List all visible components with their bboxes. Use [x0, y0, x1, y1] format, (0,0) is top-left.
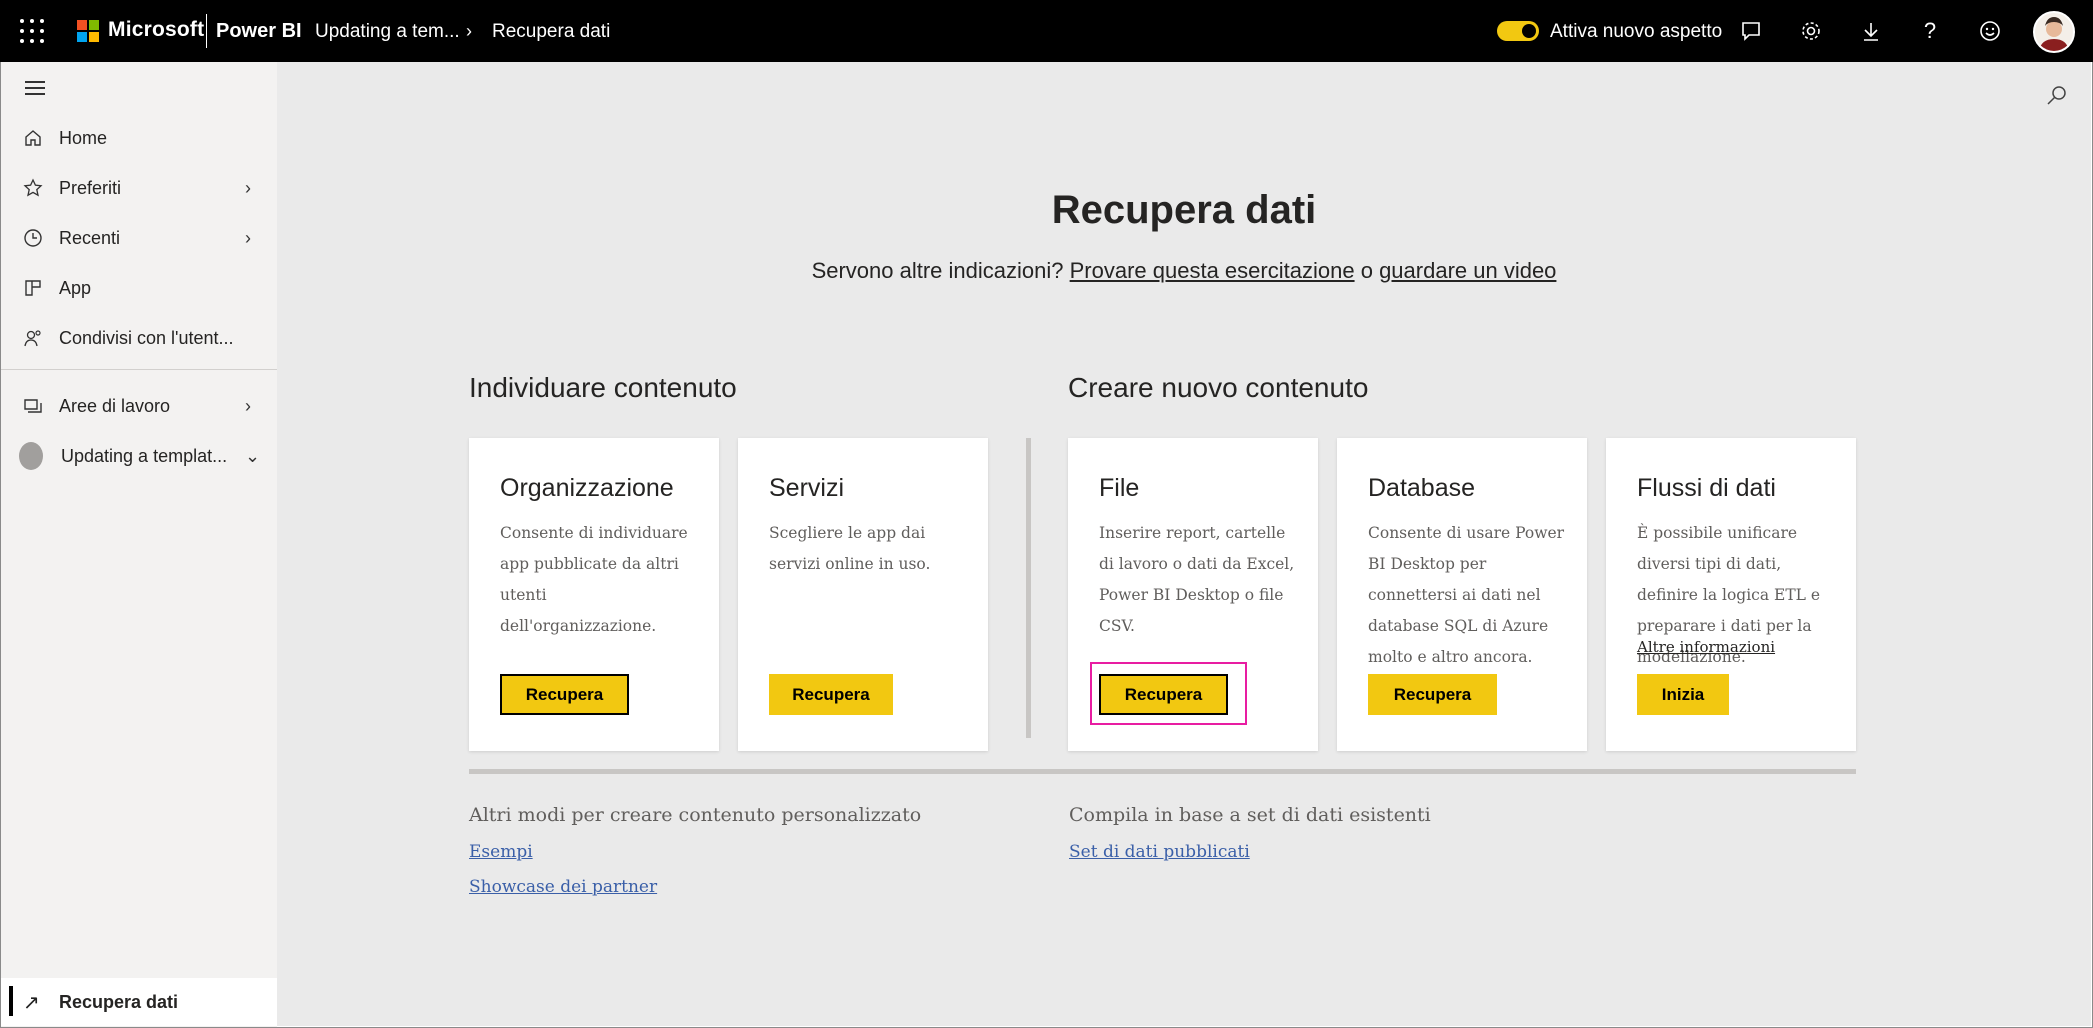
help-mid: o — [1360, 258, 1373, 283]
card-title: File — [1099, 474, 1140, 502]
chevron-right-icon[interactable]: › — [245, 396, 251, 417]
nav-item-current-workspace[interactable]: Updating a templat... ⌄ — [1, 434, 277, 478]
nav-item-label: Aree di lavoro — [59, 395, 171, 416]
card-title: Database — [1368, 474, 1476, 502]
breadcrumb-workspace[interactable]: Updating a tem... — [315, 21, 460, 43]
published-datasets-link[interactable]: Set di dati pubblicati — [1069, 842, 1250, 862]
app-launcher-icon[interactable] — [20, 19, 44, 43]
section-divider — [1026, 438, 1031, 738]
settings-icon[interactable] — [1796, 16, 1826, 46]
new-look-toggle[interactable] — [1497, 21, 1539, 41]
nav-item-shared[interactable]: Condivisi con l'utent... — [1, 316, 277, 360]
product-name[interactable]: Power BI — [216, 20, 302, 43]
chevron-down-icon[interactable]: ⌄ — [245, 446, 260, 467]
brand-name[interactable]: Microsoft — [108, 18, 204, 42]
help-prefix: Servono altre indicazioni? — [811, 258, 1064, 283]
left-nav: Home Preferiti › Recenti › App Condivisi… — [1, 62, 277, 1027]
nav-item-recent[interactable]: Recenti › — [1, 216, 277, 260]
card-database: Database Consente di usare Power BI Desk… — [1337, 438, 1587, 751]
nav-item-label: Recupera dati — [59, 991, 179, 1012]
nav-item-favorites[interactable]: Preferiti › — [1, 166, 277, 210]
learn-more-link[interactable]: Altre informazioni — [1637, 638, 1775, 656]
top-bar: Microsoft Power BI Updating a tem... › R… — [0, 0, 2093, 62]
card-title: Flussi di dati — [1637, 474, 1776, 502]
footer-left-heading: Altri modi per creare contenuto personal… — [469, 804, 922, 826]
start-dataflows-button[interactable]: Inizia — [1637, 674, 1729, 715]
card-organization: Organizzazione Consente di individuare a… — [469, 438, 719, 751]
section-create-heading: Creare nuovo contenuto — [1068, 372, 1369, 403]
microsoft-logo-icon — [77, 20, 99, 42]
home-icon — [21, 126, 45, 150]
chevron-right-icon[interactable]: › — [245, 228, 251, 249]
brand-divider — [206, 14, 207, 48]
nav-item-label: Preferiti — [59, 177, 122, 198]
card-description: Scegliere le app dai servizi online in u… — [769, 524, 931, 573]
feedback-icon[interactable] — [1736, 16, 1766, 46]
partner-showcase-link[interactable]: Showcase dei partner — [469, 877, 657, 897]
nav-item-label: Home — [59, 127, 108, 148]
nav-separator — [1, 369, 277, 370]
breadcrumb-chevron-icon: › — [466, 21, 472, 41]
footer-divider — [469, 769, 1856, 774]
search-icon[interactable] — [2045, 84, 2069, 108]
main-content: Recupera dati Servono altre indicazioni?… — [277, 62, 2091, 1026]
shared-icon — [21, 326, 45, 350]
section-discover-heading: Individuare contenuto — [469, 372, 737, 403]
get-services-button[interactable]: Recupera — [769, 674, 893, 715]
clock-icon — [21, 226, 45, 250]
active-indicator — [9, 986, 13, 1016]
hamburger-menu-icon[interactable] — [25, 81, 45, 95]
page-title: Recupera dati — [1051, 188, 1317, 232]
card-description: Consente di usare Power BI Desktop per c… — [1368, 524, 1565, 666]
workspace-badge — [19, 442, 43, 470]
nav-item-label: Recenti — [59, 227, 121, 248]
new-look-toggle-label: Attiva nuovo aspetto — [1550, 21, 1723, 42]
chevron-right-icon[interactable]: › — [245, 178, 251, 199]
smiley-icon[interactable] — [1975, 16, 2005, 46]
user-avatar[interactable] — [2033, 11, 2075, 53]
nav-item-label: App — [59, 277, 92, 298]
download-icon[interactable] — [1856, 16, 1886, 46]
card-services: Servizi Scegliere le app dai servizi onl… — [738, 438, 988, 751]
breadcrumb-current: Recupera dati — [492, 21, 611, 42]
help-line: Servono altre indicazioni? Provare quest… — [277, 258, 2091, 284]
card-description: Consente di individuare app pubblicate d… — [500, 524, 688, 635]
samples-link[interactable]: Esempi — [469, 842, 533, 862]
nav-item-home[interactable]: Home — [1, 116, 277, 160]
card-description: Inserire report, cartelle di lavoro o da… — [1099, 524, 1295, 635]
nav-item-get-data[interactable]: ↗ Recupera dati — [1, 978, 277, 1026]
help-icon[interactable]: ? — [1915, 16, 1945, 46]
card-title: Servizi — [769, 474, 845, 502]
nav-item-label: Updating a templat... — [61, 445, 228, 466]
get-organization-button[interactable]: Recupera — [500, 674, 629, 715]
nav-item-label: Condivisi con l'utent... — [59, 327, 234, 348]
card-dataflows: Flussi di dati È possibile unificare div… — [1606, 438, 1856, 751]
card-title: Organizzazione — [500, 474, 674, 502]
video-link[interactable]: guardare un video — [1379, 258, 1556, 283]
workspaces-icon — [21, 394, 45, 418]
tutorial-link[interactable]: Provare questa esercitazione — [1070, 258, 1355, 283]
star-icon — [21, 176, 45, 200]
footer-right-heading: Compila in base a set di dati esistenti — [1069, 804, 1431, 826]
nav-item-workspaces[interactable]: Aree di lavoro › — [1, 384, 277, 428]
apps-icon — [21, 276, 45, 300]
nav-item-apps[interactable]: App — [1, 266, 277, 310]
arrow-up-right-icon: ↗ — [23, 991, 40, 1014]
file-button-highlight — [1090, 662, 1247, 725]
get-database-button[interactable]: Recupera — [1368, 674, 1497, 715]
